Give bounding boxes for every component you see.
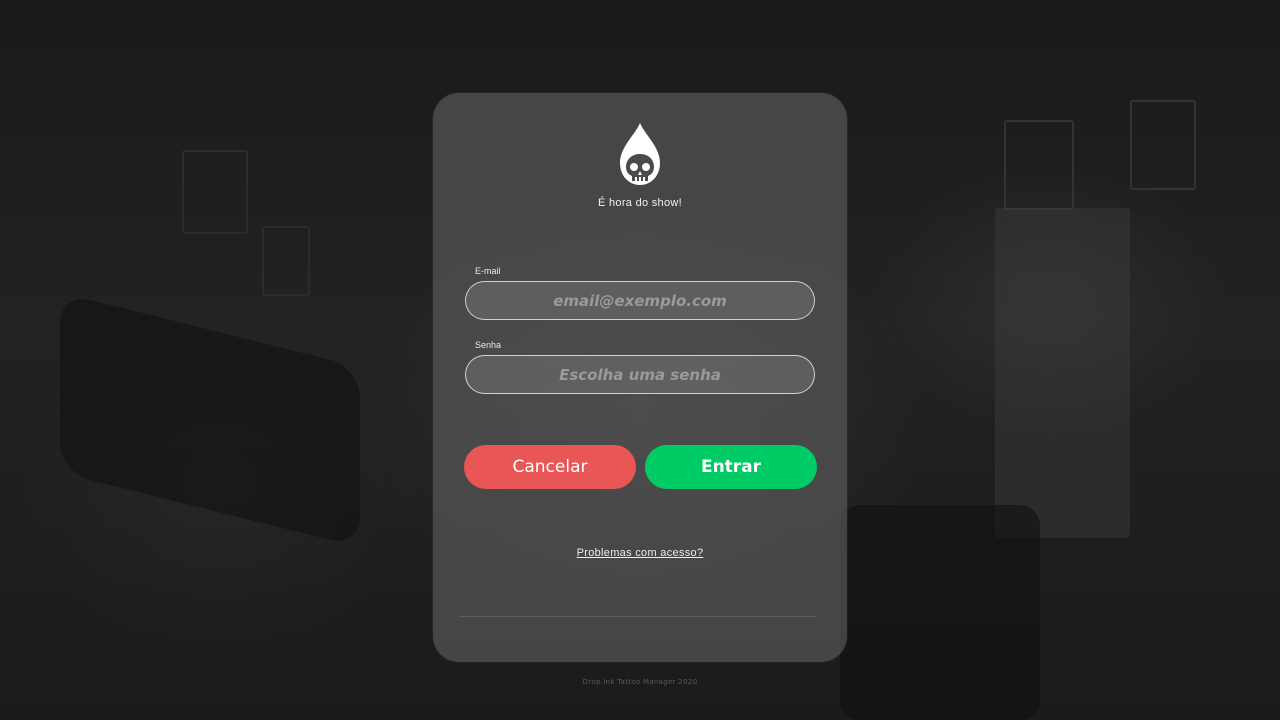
email-field[interactable] bbox=[466, 281, 814, 320]
bg-frame bbox=[262, 226, 310, 296]
skull-drop-icon bbox=[620, 123, 660, 185]
email-label: E-mail bbox=[475, 266, 501, 276]
card-divider bbox=[459, 616, 817, 617]
bg-frame bbox=[1004, 120, 1074, 210]
password-label: Senha bbox=[475, 340, 502, 350]
bg-frame bbox=[182, 150, 248, 234]
bg-door bbox=[995, 208, 1130, 538]
login-card: É hora do show! E-mail Senha Cancelar En… bbox=[433, 93, 847, 662]
email-field-wrapper bbox=[465, 281, 815, 320]
password-field[interactable] bbox=[466, 355, 814, 394]
login-button[interactable]: Entrar bbox=[645, 445, 817, 489]
bg-chair bbox=[60, 292, 360, 548]
password-field-wrapper bbox=[465, 355, 815, 394]
cancel-button[interactable]: Cancelar bbox=[464, 445, 636, 489]
footer-text: Drop Ink Tattoo Manager 2020 bbox=[582, 678, 698, 686]
access-problems-link[interactable]: Problemas com acesso? bbox=[433, 547, 847, 559]
bg-frame bbox=[1130, 100, 1196, 190]
tagline: É hora do show! bbox=[598, 197, 682, 209]
bg-chair-base bbox=[840, 505, 1040, 720]
